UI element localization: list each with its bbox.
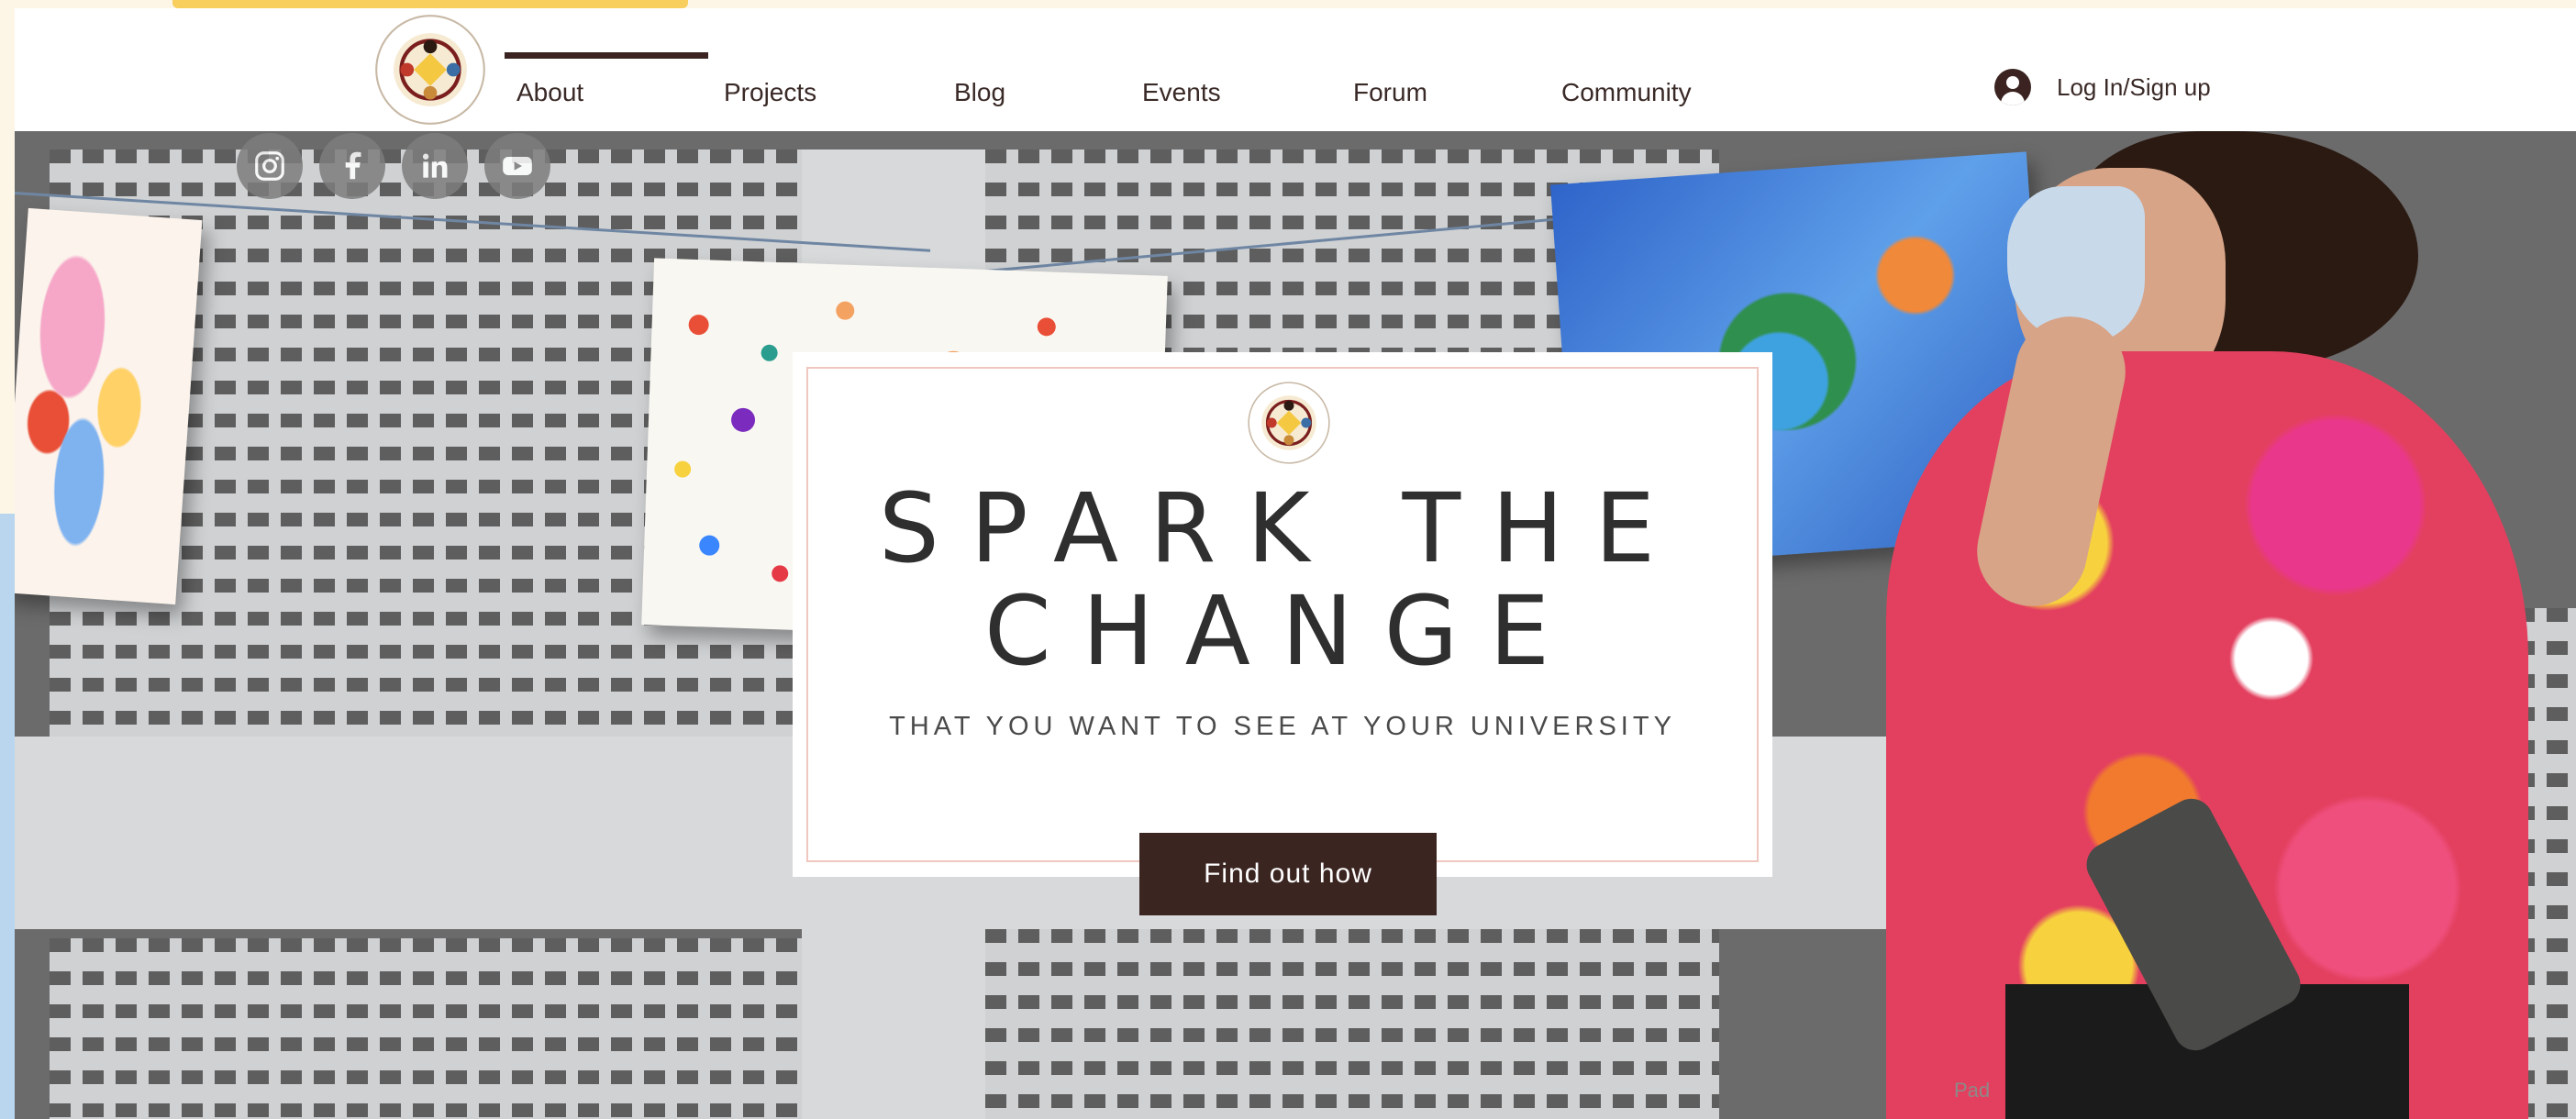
youtube-icon[interactable] — [484, 133, 550, 199]
nav-item-events[interactable]: Events — [1142, 78, 1221, 107]
nav-item-blog[interactable]: Blog — [954, 78, 1005, 107]
nav-item-projects[interactable]: Projects — [724, 78, 816, 107]
top-accent-bar — [172, 0, 688, 8]
nav-active-indicator — [505, 52, 708, 59]
instagram-icon[interactable] — [237, 133, 303, 199]
left-decor-strip — [0, 514, 15, 1119]
user-avatar-icon — [1994, 69, 2031, 105]
linkedin-icon[interactable] — [402, 133, 468, 199]
hero-card: SPARK THE CHANGE THAT YOU WANT TO SEE AT… — [793, 352, 1772, 877]
hero-subtitle: THAT YOU WANT TO SEE AT YOUR UNIVERSITY — [889, 712, 1676, 741]
nav-item-about[interactable]: About — [516, 78, 583, 107]
nav-item-community[interactable]: Community — [1561, 78, 1692, 107]
social-bar — [237, 133, 550, 199]
pegboard-holes — [985, 929, 1719, 1119]
login-label: Log In/Sign up — [2057, 72, 2211, 101]
facebook-icon[interactable] — [319, 133, 385, 199]
find-out-how-button[interactable]: Find out how — [1139, 833, 1437, 915]
nav-item-forum[interactable]: Forum — [1353, 78, 1427, 107]
login-button[interactable]: Log In/Sign up — [1994, 69, 2211, 105]
site-header: About Projects Blog Events Forum Communi… — [15, 8, 2576, 131]
hero-title: SPARK THE CHANGE — [878, 472, 1687, 687]
painting-left — [15, 207, 203, 605]
pegboard-holes — [50, 938, 802, 1119]
card-logo — [1248, 382, 1330, 464]
left-decor-strip-top — [0, 0, 15, 514]
image-caption-text: Pad — [1954, 1079, 1991, 1102]
